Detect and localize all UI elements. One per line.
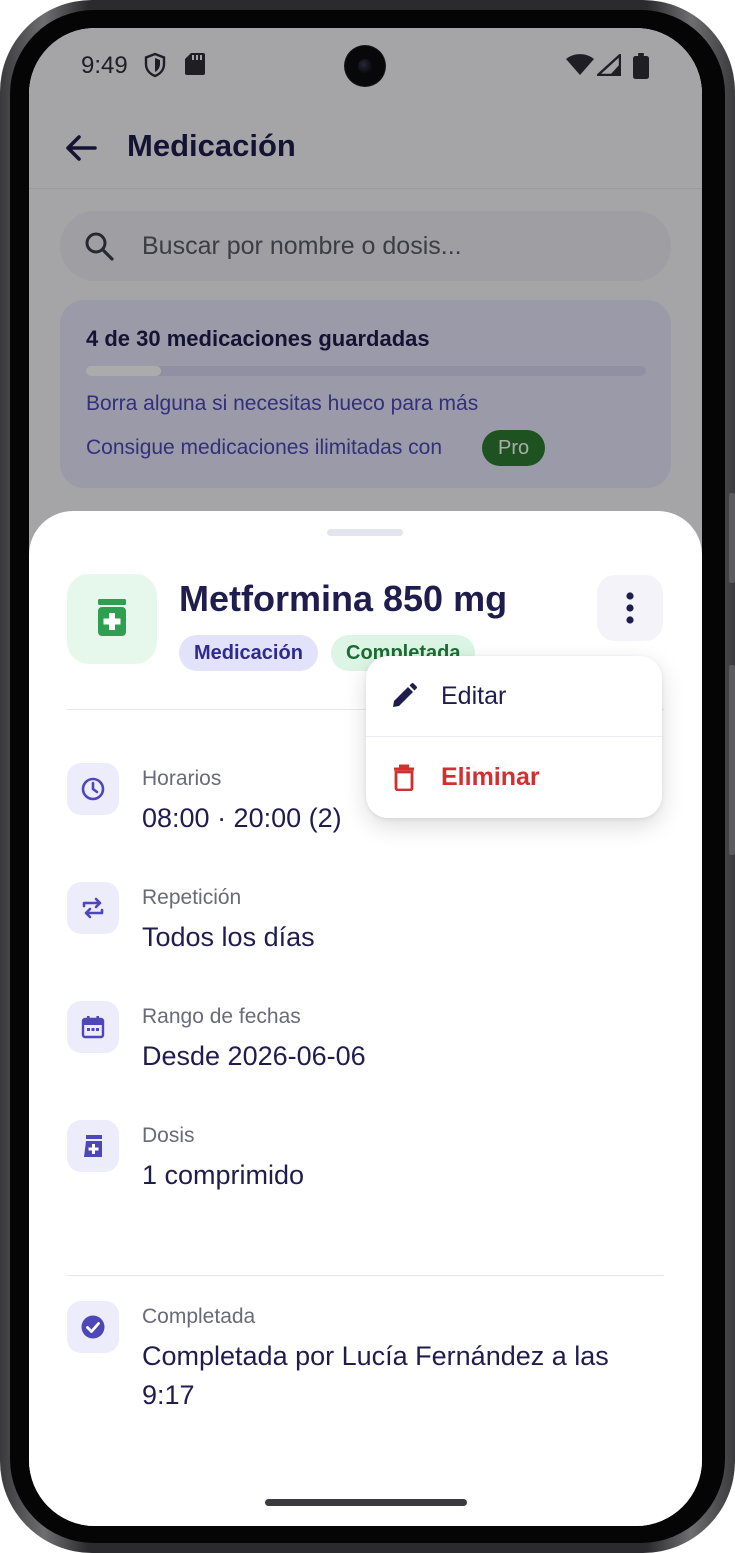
pill-bottle-icon bbox=[98, 599, 126, 636]
delete-menu-item[interactable]: Eliminar bbox=[366, 737, 662, 817]
more-vert-icon bbox=[626, 592, 634, 624]
detail-value: 1 comprimido bbox=[142, 1160, 305, 1190]
edit-icon bbox=[393, 683, 417, 707]
drag-handle[interactable] bbox=[327, 529, 403, 536]
medication-icon-tile bbox=[67, 574, 157, 664]
detail-value: Desde 2026-06-06 bbox=[142, 1041, 366, 1071]
completion-value: Completada por Lucía Fernández a las 9:1… bbox=[142, 1341, 609, 1410]
detail-row-dose: Dosis 1 comprimido bbox=[29, 1120, 702, 1220]
power-button bbox=[729, 665, 735, 855]
clock-icon bbox=[67, 763, 119, 815]
check-circle-icon bbox=[67, 1301, 119, 1353]
detail-value: Todos los días bbox=[142, 922, 315, 952]
volume-button bbox=[729, 493, 735, 583]
detail-label: Repetición bbox=[142, 886, 242, 909]
type-chip: Medicación bbox=[179, 635, 318, 671]
home-indicator[interactable] bbox=[265, 1499, 467, 1506]
detail-row-repeat: Repetición Todos los días bbox=[29, 882, 702, 982]
detail-label: Horarios bbox=[142, 767, 222, 790]
detail-row-date-range: Rango de fechas Desde 2026-06-06 bbox=[29, 1001, 702, 1101]
edit-label: Editar bbox=[441, 682, 507, 710]
screen: 9:49 Medicación Buscar por nombre o dosi… bbox=[29, 28, 702, 1526]
medication-name: Metformina 850 mg bbox=[179, 578, 508, 619]
trash-icon bbox=[394, 764, 414, 791]
detail-label: Completada bbox=[142, 1305, 256, 1328]
details-divider bbox=[67, 1275, 664, 1276]
delete-label: Eliminar bbox=[441, 763, 540, 791]
detail-label: Dosis bbox=[142, 1124, 195, 1147]
repeat-icon bbox=[67, 882, 119, 934]
edit-menu-item[interactable]: Editar bbox=[366, 656, 662, 736]
medication-dose-icon bbox=[67, 1120, 119, 1172]
calendar-icon bbox=[67, 1001, 119, 1053]
detail-row-completion: Completada Completada por Lucía Fernánde… bbox=[29, 1301, 702, 1431]
detail-label: Rango de fechas bbox=[142, 1005, 301, 1028]
overflow-menu: Editar Eliminar bbox=[366, 656, 662, 818]
more-options-button[interactable] bbox=[597, 575, 663, 641]
